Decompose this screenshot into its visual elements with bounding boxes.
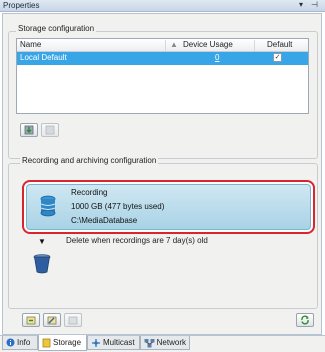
properties-title-bar: Properties ▾ ⊣ (0, 0, 325, 12)
edit-archive-icon (47, 316, 57, 324)
remove-archive-button[interactable] (64, 313, 82, 327)
tab-multicast-label: Multicast (103, 338, 135, 347)
add-storage-button[interactable] (20, 123, 38, 137)
recording-card[interactable]: Recording 1000 GB (477 bytes used) C:\Me… (22, 180, 315, 234)
dropdown-arrow-icon[interactable]: ▾ (299, 0, 303, 9)
recording-config-label: Recording and archiving configuration (20, 156, 159, 165)
multicast-icon (92, 338, 100, 347)
row-device-usage[interactable]: 0 (215, 53, 219, 62)
storage-icon (42, 338, 51, 347)
storage-grid: Name ▲ Device Usage Default Local Defaul… (16, 38, 309, 114)
delete-rule-text: Delete when recordings are 7 day(s) old (66, 236, 208, 245)
sort-ascending-icon: ▲ (170, 40, 178, 49)
tab-info-label: Info (17, 338, 31, 347)
remove-archive-icon (68, 316, 78, 324)
row-name: Local Default (20, 53, 67, 62)
column-header-name[interactable]: Name (20, 40, 41, 49)
recording-card-inner: Recording 1000 GB (477 bytes used) C:\Me… (26, 184, 311, 230)
header-divider (165, 40, 166, 51)
recording-title: Recording (71, 188, 108, 197)
add-archive-icon (26, 316, 36, 324)
down-arrow-icon: ▼ (38, 237, 46, 246)
column-header-default[interactable]: Default (267, 40, 292, 49)
storage-config-label: Storage configuration (16, 24, 97, 33)
recording-size: 1000 GB (477 bytes used) (71, 202, 165, 211)
recording-path: C:\MediaDatabase (71, 216, 138, 225)
info-icon (6, 338, 15, 347)
remove-storage-icon (45, 125, 55, 135)
default-checkbox[interactable]: ✓ (273, 53, 282, 62)
add-storage-icon (24, 125, 34, 135)
bottom-tabs: Info Storage Multicast Network (0, 335, 325, 352)
remove-storage-button[interactable] (41, 123, 59, 137)
tab-network[interactable]: Network (140, 336, 190, 350)
tab-storage[interactable]: Storage (38, 335, 87, 351)
tab-storage-label: Storage (53, 338, 82, 347)
refresh-button[interactable] (296, 313, 314, 327)
table-row[interactable]: Local Default 0 ✓ (17, 52, 308, 65)
add-archive-button[interactable] (22, 313, 40, 327)
column-header-device-usage[interactable]: Device Usage (183, 40, 233, 49)
window-title: Properties (3, 1, 40, 10)
tab-network-label: Network (156, 338, 186, 347)
tab-multicast[interactable]: Multicast (87, 336, 140, 350)
trash-icon (33, 254, 51, 274)
tab-info[interactable]: Info (2, 336, 38, 350)
grid-header: Name ▲ Device Usage Default (17, 39, 308, 52)
edit-archive-button[interactable] (43, 313, 61, 327)
network-icon (144, 338, 155, 347)
refresh-icon (301, 315, 309, 325)
database-icon (40, 195, 56, 217)
header-divider (254, 40, 255, 51)
pin-icon[interactable]: ⊣ (311, 0, 318, 9)
